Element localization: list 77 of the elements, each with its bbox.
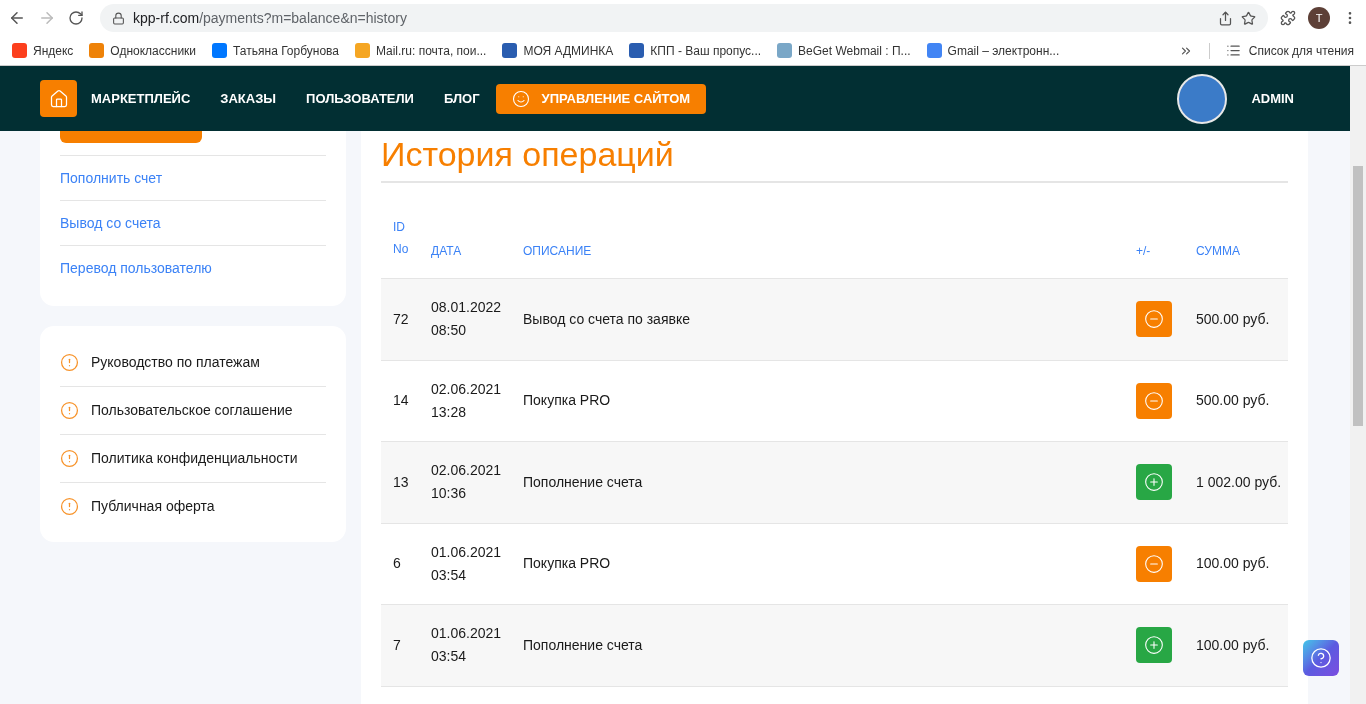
lock-icon xyxy=(112,11,125,25)
column-header: ОПИСАНИЕ xyxy=(523,243,593,260)
table-cell-text: 100.00 руб. xyxy=(1196,635,1271,655)
nav-link[interactable]: ПОЛЬЗОВАТЕЛИ xyxy=(306,88,414,109)
table-cell-text: 14 xyxy=(392,391,410,411)
table-cell-text: 02.06.2021 10:36 xyxy=(431,461,503,504)
table-cell-text: 100.00 руб. xyxy=(1196,554,1271,574)
document-link[interactable]: Руководство по платежам xyxy=(91,351,260,373)
minus-button[interactable] xyxy=(1136,545,1172,582)
bookmark[interactable]: Mail.ru: почта, пои... xyxy=(355,41,487,60)
profile-avatar[interactable]: T xyxy=(1308,7,1330,29)
table-cell-text: 01.06.2021 03:54 xyxy=(431,624,503,667)
reload-icon[interactable] xyxy=(68,10,84,26)
bookmark[interactable]: Яндекс xyxy=(12,41,74,60)
bookmark[interactable]: Gmail – электронн... xyxy=(926,41,1060,60)
minus-icon xyxy=(1144,553,1164,574)
table-cell-text: Покупка PRO xyxy=(523,554,612,574)
document-link[interactable]: Пользовательское соглашение xyxy=(91,400,293,421)
warning-icon xyxy=(60,352,79,372)
table-cell-text: Пополнение счета xyxy=(523,635,644,655)
nav-link[interactable]: МАРКЕТПЛЕЙС xyxy=(91,88,191,109)
table-cell-text: 13 xyxy=(392,472,410,492)
home-button[interactable] xyxy=(40,80,77,117)
table-cell-text: 6 xyxy=(392,554,402,574)
bookmark[interactable]: КПП - Ваш пропус... xyxy=(629,41,762,60)
reading-list-button[interactable]: Список для чтения xyxy=(1225,41,1354,60)
nav-link[interactable]: ЗАКАЗЫ xyxy=(220,88,277,109)
table-cell-text: 500.00 руб. xyxy=(1196,391,1271,411)
scrollbar[interactable] xyxy=(1350,66,1366,704)
table-cell-text: 7 xyxy=(392,635,402,655)
plus-icon xyxy=(1144,472,1164,493)
column-header: ID No xyxy=(392,219,410,258)
help-button[interactable] xyxy=(1303,640,1339,676)
warning-icon xyxy=(60,449,79,468)
minus-icon xyxy=(1144,390,1164,411)
user-name[interactable]: ADMIN xyxy=(1251,88,1294,109)
share-icon[interactable] xyxy=(1218,10,1233,26)
table-cell-text: 1 002.00 руб. xyxy=(1196,472,1283,492)
help-icon xyxy=(1310,647,1332,669)
table-cell-text: 08.01.2022 08:50 xyxy=(431,298,503,341)
bookmark[interactable]: Татьяна Горбунова xyxy=(212,41,340,60)
bookmark[interactable]: Одноклассники xyxy=(89,41,197,60)
column-header: СУММА xyxy=(1196,243,1241,260)
document-link[interactable]: Публичная оферта xyxy=(91,496,215,517)
column-header: +/- xyxy=(1136,243,1152,260)
back-icon[interactable] xyxy=(8,9,26,27)
home-icon xyxy=(48,88,69,109)
smile-icon xyxy=(511,89,530,108)
plus-icon xyxy=(1144,635,1164,656)
sidebar-link[interactable]: Вывод со счета xyxy=(60,212,161,234)
table-cell-text: Пополнение счета xyxy=(523,472,644,492)
table-cell-text: 500.00 руб. xyxy=(1196,309,1271,329)
table-cell-text: 01.06.2021 03:54 xyxy=(431,542,503,585)
document-link[interactable]: Политика конфиденциальности xyxy=(91,448,298,469)
address-bar[interactable]: kpp-rf.com/payments?m=balance&n=history xyxy=(100,4,1268,32)
warning-icon xyxy=(60,401,79,420)
sidebar-link[interactable]: Перевод пользователю xyxy=(60,257,212,279)
plus-button[interactable] xyxy=(1136,627,1172,664)
bookmark[interactable]: BeGet Webmail : П... xyxy=(777,41,911,60)
plus-button[interactable] xyxy=(1136,464,1172,501)
page-title: История операций xyxy=(381,131,1288,183)
table-cell-text: 02.06.2021 13:28 xyxy=(431,379,503,422)
nav-link[interactable]: БЛОГ xyxy=(443,88,480,109)
star-icon[interactable] xyxy=(1241,10,1256,26)
list-icon xyxy=(1225,43,1241,58)
warning-icon xyxy=(60,497,79,516)
bookmark[interactable]: МОЯ АДМИНКА xyxy=(502,41,614,60)
minus-button[interactable] xyxy=(1136,382,1172,419)
table-cell-text: Вывод со счета по заявке xyxy=(523,309,691,329)
minus-icon xyxy=(1144,309,1164,330)
url-text: kpp-rf.com/payments?m=balance&n=history xyxy=(133,8,407,28)
table-cell-text: Покупка PRO xyxy=(523,391,612,411)
table-cell-text: 72 xyxy=(392,309,410,329)
column-header: ДАТА xyxy=(431,243,463,260)
extensions-icon[interactable] xyxy=(1280,10,1296,26)
minus-button[interactable] xyxy=(1136,301,1172,338)
sidebar-link[interactable]: Пополнить счет xyxy=(60,167,163,189)
